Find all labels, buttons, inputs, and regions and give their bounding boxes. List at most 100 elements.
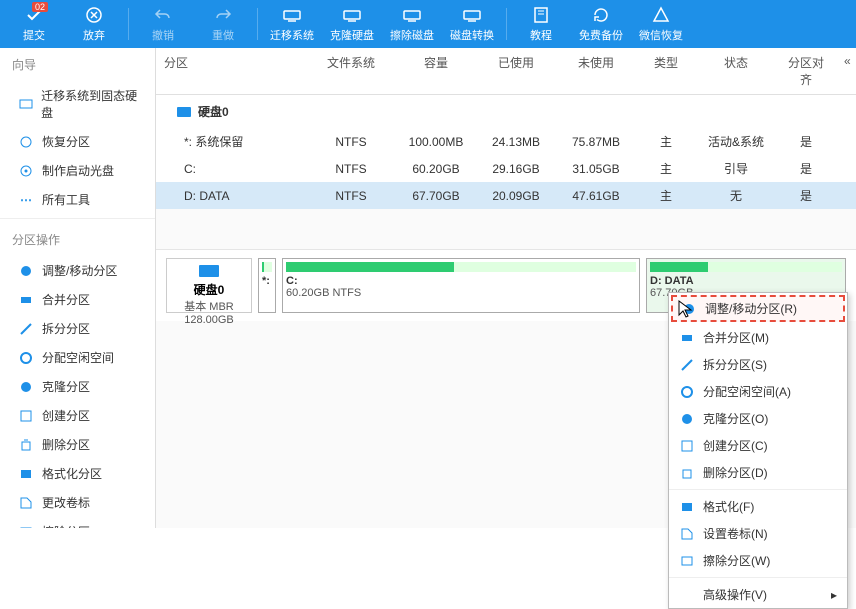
- migrate-os-button[interactable]: 迁移系统: [262, 0, 322, 48]
- nav-clone-partition[interactable]: 克隆分区: [0, 372, 155, 401]
- delete-icon: [18, 437, 34, 453]
- nav-change-label[interactable]: 更改卷标: [0, 488, 155, 517]
- nav-recover-partition[interactable]: 恢复分区: [0, 127, 155, 156]
- th-partition[interactable]: 分区: [156, 48, 306, 94]
- th-fs[interactable]: 文件系统: [306, 48, 396, 94]
- cm-label[interactable]: 设置卷标(N): [669, 520, 847, 547]
- clone-icon: [679, 411, 695, 427]
- commit-button[interactable]: 02 提交: [4, 0, 64, 48]
- partition-box-c[interactable]: C: 60.20GB NTFS: [282, 258, 640, 313]
- split-icon: [679, 357, 695, 373]
- disk-info-box[interactable]: 硬盘0 基本 MBR 128.00GB: [166, 258, 252, 313]
- th-cap[interactable]: 容量: [396, 48, 476, 94]
- clone-disk-button[interactable]: 克隆硬盘: [322, 0, 382, 48]
- nav-label: 格式化分区: [42, 465, 102, 482]
- discard-button[interactable]: 放弃: [64, 0, 124, 48]
- cm-create[interactable]: 创建分区(C): [669, 432, 847, 459]
- disk-icon: [176, 106, 192, 118]
- nav-delete-partition[interactable]: 删除分区: [0, 430, 155, 459]
- cm-merge[interactable]: 合并分区(M): [669, 324, 847, 351]
- tutorial-button[interactable]: 教程: [511, 0, 571, 48]
- mouse-cursor: [678, 300, 694, 320]
- disk-row[interactable]: 硬盘0: [156, 95, 856, 128]
- create-icon: [18, 408, 34, 424]
- wipe-icon: [679, 553, 695, 569]
- nav-label: 制作启动光盘: [42, 162, 114, 179]
- nav-split[interactable]: 拆分分区: [0, 314, 155, 343]
- table-row-selected[interactable]: D: DATA NTFS 67.70GB 20.09GB 47.61GB 主 无…: [156, 182, 856, 209]
- nav-format-partition[interactable]: 格式化分区: [0, 459, 155, 488]
- nav-resize-move[interactable]: 调整/移动分区: [0, 256, 155, 285]
- nav-create-partition[interactable]: 创建分区: [0, 401, 155, 430]
- nav-label: 迁移系统到固态硬盘: [41, 87, 143, 121]
- allocate-icon: [18, 350, 34, 366]
- nav-label: 恢复分区: [42, 133, 90, 150]
- th-status[interactable]: 状态: [696, 48, 776, 94]
- table-row[interactable]: *: 系统保留 NTFS 100.00MB 24.13MB 75.87MB 主 …: [156, 128, 856, 155]
- partition-context-menu: 调整/移动分区(R) 合并分区(M) 拆分分区(S) 分配空闲空间(A) 克隆分…: [668, 292, 848, 609]
- th-used[interactable]: 已使用: [476, 48, 556, 94]
- merge-icon: [679, 330, 695, 346]
- cm-resize-move[interactable]: 调整/移动分区(R): [671, 295, 845, 322]
- th-more[interactable]: «: [836, 48, 856, 94]
- nav-label: 合并分区: [42, 291, 90, 308]
- table-header: 分区 文件系统 容量 已使用 未使用 类型 状态 分区对齐 «: [156, 48, 856, 95]
- clone-icon: [18, 379, 34, 395]
- format-icon: [18, 466, 34, 482]
- nav-label: 所有工具: [42, 191, 90, 208]
- wipe-disk-button[interactable]: 擦除磁盘: [382, 0, 442, 48]
- cm-delete[interactable]: 删除分区(D): [669, 459, 847, 486]
- drive-icon: [462, 5, 482, 25]
- nav-label: 创建分区: [42, 407, 90, 424]
- more-icon: ⋯: [18, 192, 34, 208]
- disk-name: 硬盘0: [171, 281, 247, 298]
- cm-advanced[interactable]: 高级操作(V)▸: [669, 581, 847, 608]
- drive-icon: [282, 5, 302, 25]
- wipe-icon: [18, 524, 34, 529]
- undo-icon: [153, 5, 173, 25]
- cm-format[interactable]: 格式化(F): [669, 493, 847, 520]
- main-toolbar: 02 提交 放弃 撤销 重做 迁移系统 克隆硬盘 擦除磁盘 磁盘转换 教程 免费…: [0, 0, 856, 48]
- nav-label: 更改卷标: [42, 494, 90, 511]
- partition-table: 分区 文件系统 容量 已使用 未使用 类型 状态 分区对齐 « 硬盘0 *: 系…: [156, 48, 856, 209]
- nav-allocate-free[interactable]: 分配空闲空间: [0, 343, 155, 372]
- drive-icon: [342, 5, 362, 25]
- table-row[interactable]: C: NTFS 60.20GB 29.16GB 31.05GB 主 引导 是: [156, 155, 856, 182]
- th-align[interactable]: 分区对齐: [776, 48, 836, 94]
- book-icon: [531, 5, 551, 25]
- nav-label: 拆分分区: [42, 320, 90, 337]
- disk-size: 128.00GB: [171, 314, 247, 326]
- delete-icon: [679, 465, 695, 481]
- undo-button[interactable]: 撤销: [133, 0, 193, 48]
- nav-migrate-to-ssd[interactable]: 迁移系统到固态硬盘: [0, 81, 155, 127]
- create-icon: [679, 438, 695, 454]
- nav-make-bootable[interactable]: 制作启动光盘: [0, 156, 155, 185]
- nav-label: 分配空闲空间: [42, 349, 114, 366]
- convert-disk-button[interactable]: 磁盘转换: [442, 0, 502, 48]
- cm-allocate[interactable]: 分配空闲空间(A): [669, 378, 847, 405]
- allocate-icon: [679, 384, 695, 400]
- nav-merge[interactable]: 合并分区: [0, 285, 155, 314]
- th-type[interactable]: 类型: [636, 48, 696, 94]
- redo-button[interactable]: 重做: [193, 0, 253, 48]
- close-icon: [84, 5, 104, 25]
- cm-clone[interactable]: 克隆分区(O): [669, 405, 847, 432]
- label-icon: [18, 495, 34, 511]
- partition-box-reserved[interactable]: *:: [258, 258, 276, 313]
- nav-all-tools[interactable]: ⋯ 所有工具: [0, 185, 155, 214]
- ops-section-title: 分区操作: [0, 223, 155, 256]
- split-icon: [18, 321, 34, 337]
- pending-badge: 02: [32, 2, 48, 12]
- cm-split[interactable]: 拆分分区(S): [669, 351, 847, 378]
- disk-type: 基本 MBR: [171, 298, 247, 314]
- th-free[interactable]: 未使用: [556, 48, 636, 94]
- nav-label: 调整/移动分区: [42, 262, 117, 279]
- disk-label: 硬盘0: [198, 103, 229, 120]
- nav-label: 擦除分区: [42, 523, 90, 528]
- nav-wipe-partition[interactable]: 擦除分区: [0, 517, 155, 528]
- triangle-icon: [651, 5, 671, 25]
- wechat-recover-button[interactable]: 微信恢复: [631, 0, 691, 48]
- free-backup-button[interactable]: 免费备份: [571, 0, 631, 48]
- chevron-right-icon: ▸: [831, 588, 837, 602]
- cm-wipe[interactable]: 擦除分区(W): [669, 547, 847, 574]
